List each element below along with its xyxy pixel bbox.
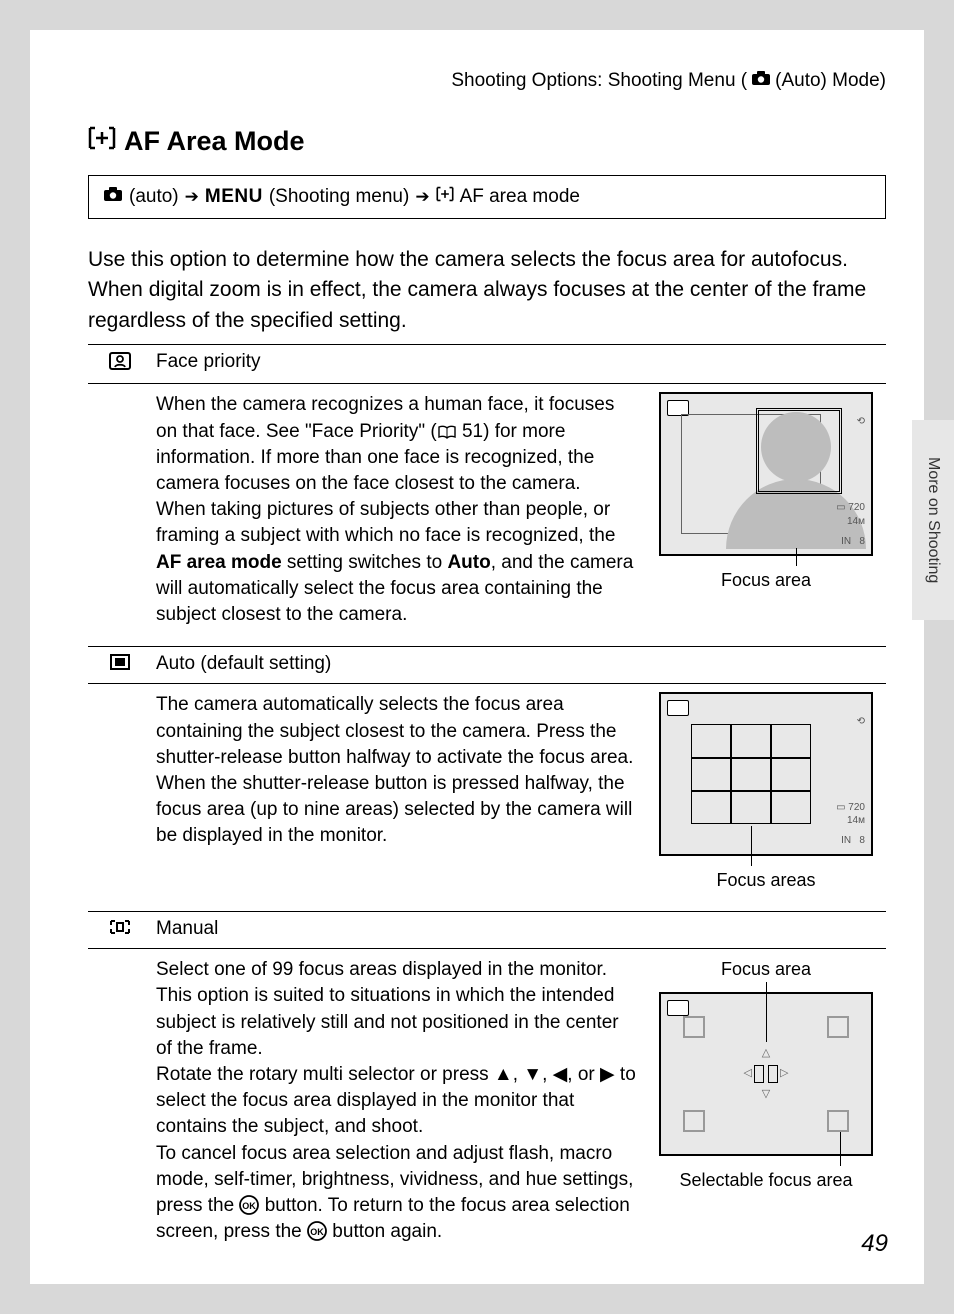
triangle-right-icon: ▶ (600, 1064, 615, 1085)
ok-button-icon: OK (239, 1195, 259, 1216)
figure-caption-2-bottom: Selectable focus area (656, 1168, 876, 1193)
face-priority-icon (88, 345, 152, 384)
breadcrumb: (auto) ➔ MENU (Shooting menu) ➔ AF area … (88, 175, 886, 219)
triangle-down-icon: ▼ (523, 1064, 542, 1085)
header-text-before: Shooting Options: Shooting Menu ( (451, 70, 747, 92)
page-number: 49 (861, 1230, 888, 1258)
header-text-after: (Auto) Mode) (775, 70, 886, 92)
nav-menu: MENU (205, 186, 263, 208)
nav-shooting: (Shooting menu) (269, 186, 409, 208)
svg-text:OK: OK (310, 1227, 324, 1237)
triangle-up-icon: ▲ (494, 1064, 513, 1085)
camera-icon (103, 186, 123, 208)
page-title: AF Area Mode (88, 126, 886, 157)
figure-manual: ◁▷ △ ▽ (659, 992, 873, 1156)
nav-auto: (auto) (129, 186, 179, 208)
row1-name: Auto (default setting) (152, 647, 886, 684)
settings-table: Face priority When the camera recognizes… (88, 344, 886, 1263)
ok-button-icon: OK (307, 1221, 327, 1242)
auto-area-icon (88, 647, 152, 684)
row2-text: Select one of 99 focus areas displayed i… (156, 957, 636, 1245)
arrow-right-icon: ➔ (415, 187, 429, 207)
row0-text: When the camera recognizes a human face,… (156, 392, 636, 628)
title-text: AF Area Mode (124, 126, 305, 157)
af-bracket-icon (436, 186, 454, 208)
nav-af: AF area mode (460, 186, 580, 208)
page-header: Shooting Options: Shooting Menu ( (Auto)… (88, 70, 886, 92)
intro-text: Use this option to determine how the cam… (88, 245, 886, 336)
figure-auto: ⟲ ▭ 72014м IN 8 (659, 692, 873, 856)
figure-caption-1: Focus areas (656, 868, 876, 893)
book-icon (437, 421, 457, 442)
af-bracket-icon (88, 126, 116, 157)
triangle-left-icon: ◀ (553, 1064, 568, 1085)
camera-icon (751, 70, 771, 92)
figure-face-priority: ⟲ ▭ 72014м IN 8 (659, 392, 873, 556)
side-tab: More on Shooting (912, 420, 954, 620)
row2-name: Manual (152, 912, 886, 949)
row0-name: Face priority (152, 345, 886, 384)
manual-area-icon (88, 912, 152, 949)
figure-caption-2-top: Focus area (656, 957, 876, 982)
arrow-right-icon: ➔ (185, 187, 199, 207)
figure-caption-0: Focus area (656, 568, 876, 593)
row1-text: The camera automatically selects the foc… (156, 692, 636, 893)
svg-text:OK: OK (243, 1201, 257, 1211)
